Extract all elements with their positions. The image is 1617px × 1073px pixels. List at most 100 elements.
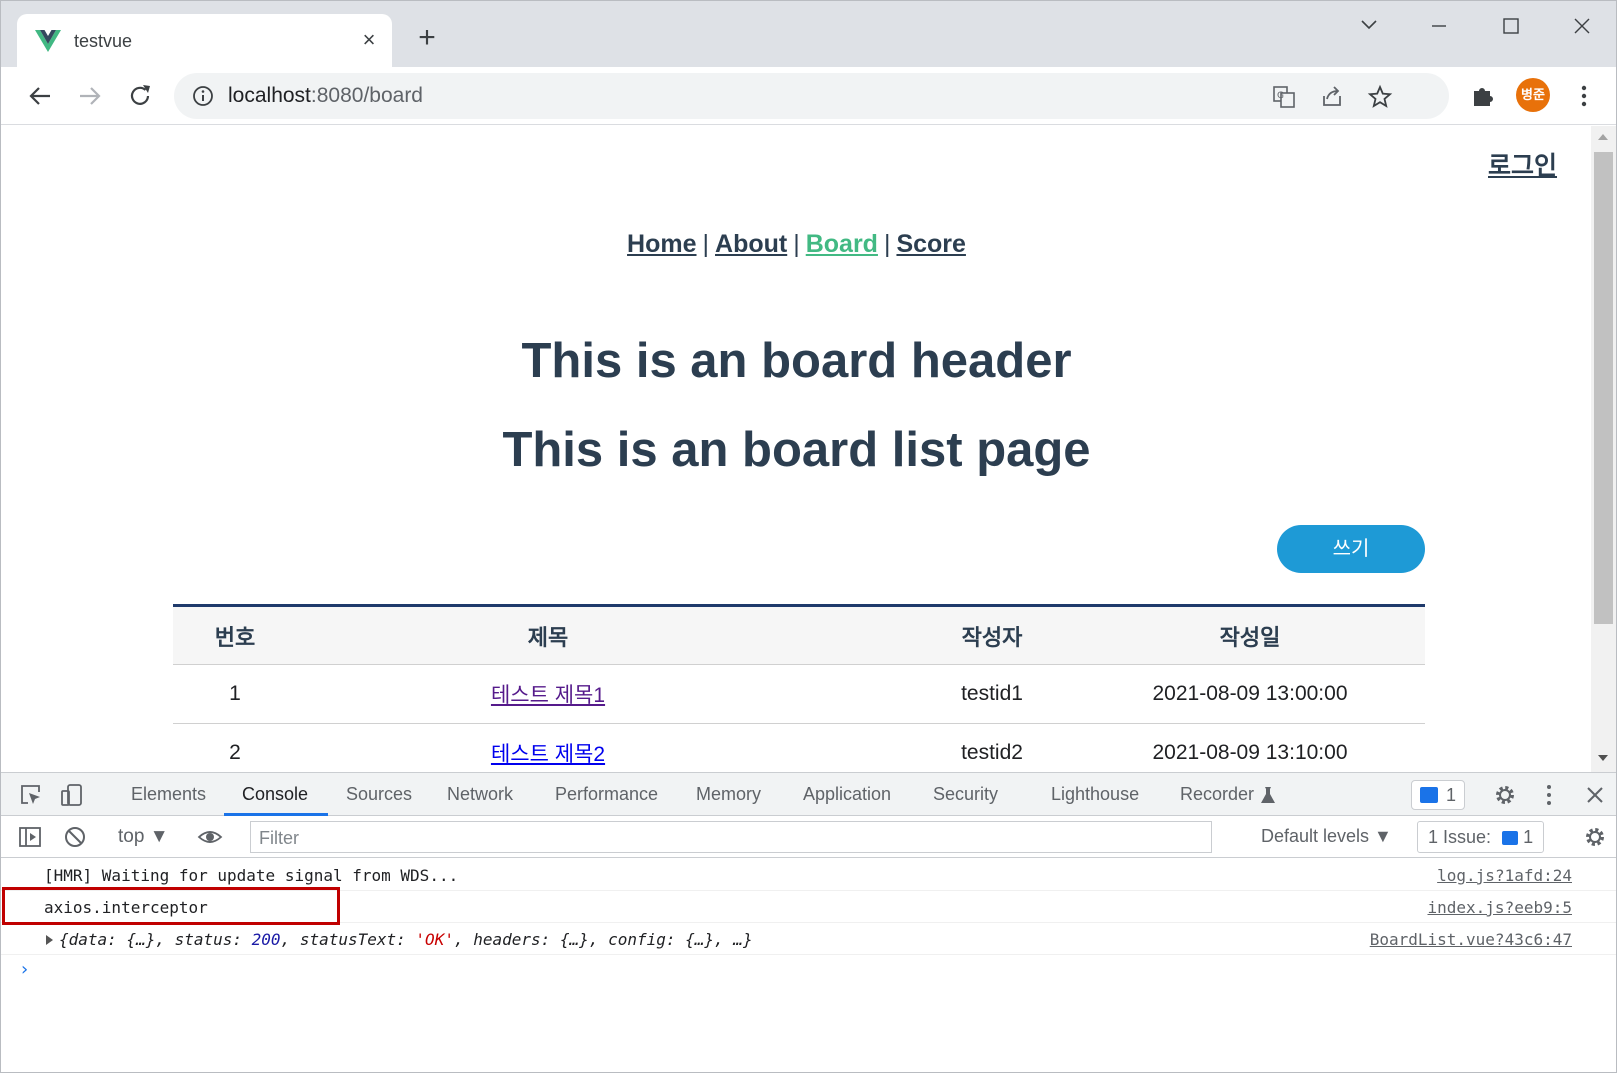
table-row: 1 테스트 제목1 testid1 2021-08-09 13:00:00 (173, 665, 1425, 724)
row-date: 2021-08-09 13:00:00 (1152, 682, 1348, 705)
maximize-icon[interactable] (1493, 11, 1529, 41)
close-window-icon[interactable] (1564, 11, 1600, 41)
nav-board[interactable]: Board (806, 230, 878, 258)
devtools-tab-network[interactable]: Network (447, 784, 513, 805)
main-nav: Home | About | Board | Score (2, 230, 1591, 259)
nav-separator: | (702, 230, 710, 258)
table-row: 2 테스트 제목2 testid2 2021-08-09 13:10:00 (173, 724, 1425, 772)
reload-icon[interactable] (123, 79, 157, 113)
devtools-tab-sources[interactable]: Sources (346, 784, 412, 805)
board-list-title: This is an board list page (502, 423, 1091, 477)
console-source-link[interactable]: index.js?eeb9:5 (1428, 898, 1573, 917)
tab-search-icon[interactable] (1351, 11, 1387, 41)
console-filter-input[interactable]: Filter (250, 821, 1212, 853)
site-info-icon[interactable] (192, 85, 214, 107)
row-author: testid2 (961, 741, 1023, 764)
table-header: 번호 제목 작성자 작성일 (173, 607, 1425, 665)
row-title-cell: 테스트 제목2 (297, 724, 799, 772)
tab-close-icon[interactable]: × (355, 26, 383, 54)
device-toolbar-icon[interactable] (59, 782, 85, 808)
expand-triangle-icon[interactable] (46, 935, 53, 945)
message-icon (1420, 787, 1438, 803)
recorder-flask-icon (1261, 787, 1275, 803)
forward-arrow-icon[interactable] (73, 79, 107, 113)
settings-gear-icon[interactable] (1492, 782, 1518, 808)
devtools-tab-application[interactable]: Application (803, 784, 891, 805)
close-devtools-icon[interactable] (1582, 782, 1608, 808)
show-sidebar-icon[interactable] (17, 824, 43, 850)
share-icon[interactable] (1319, 84, 1345, 110)
row-title-link[interactable]: 테스트 제목1 (491, 679, 605, 709)
translate-icon[interactable]: G (1271, 84, 1297, 110)
minimize-icon[interactable] (1421, 11, 1457, 41)
page-scrollbar[interactable] (1591, 126, 1616, 772)
browser-tab[interactable]: testvue × (17, 14, 392, 67)
issues-count: 1 (1523, 827, 1534, 847)
login-link[interactable]: 로그인 (1488, 146, 1557, 182)
devtools-tab-elements[interactable]: Elements (131, 784, 206, 805)
issues-button[interactable]: 1 Issue: 1 (1417, 821, 1545, 853)
board-table: 번호 제목 작성자 작성일 1 테스트 제목1 testid1 2021-08-… (173, 604, 1425, 772)
scroll-thumb[interactable] (1594, 152, 1613, 624)
devtools-tab-recorder[interactable]: Recorder (1180, 784, 1254, 805)
nav-home[interactable]: Home (627, 230, 696, 258)
new-tab-icon[interactable]: + (411, 23, 443, 55)
row-number: 1 (229, 682, 241, 705)
devtools-tab-performance[interactable]: Performance (555, 784, 658, 805)
header-date: 작성일 (1219, 624, 1281, 650)
row-title-link[interactable]: 테스트 제목2 (491, 738, 605, 768)
console-object[interactable]: {data: {…}, status: 200, statusText: 'OK… (59, 930, 753, 949)
console-source-link[interactable]: BoardList.vue?43c6:47 (1370, 930, 1572, 949)
bookmark-star-icon[interactable] (1367, 84, 1393, 110)
devtools-tab-bar: Elements Console Sources Network Perform… (1, 773, 1616, 816)
console-toolbar: top ▼ Filter Default levels ▼ 1 Issue: 1 (1, 816, 1616, 858)
console-source-link[interactable]: log.js?1afd:24 (1437, 866, 1572, 885)
nav-separator: | (793, 230, 800, 258)
browser-toolbar: localhost:8080/board G 병준 (1, 67, 1616, 125)
console-prompt-line[interactable]: › (1, 955, 1616, 987)
row-author: testid1 (961, 682, 1023, 705)
scroll-down-arrow-icon[interactable] (1598, 755, 1608, 761)
board-header-title: This is an board header (521, 334, 1072, 388)
tab-title: testvue (74, 31, 133, 51)
nav-separator: | (883, 230, 891, 258)
nav-about[interactable]: About (715, 230, 787, 258)
row-date: 2021-08-09 13:10:00 (1152, 741, 1348, 764)
url-text[interactable]: localhost:8080/board (228, 84, 423, 108)
messages-count: 1 (1446, 785, 1457, 805)
console-message[interactable]: {data: {…}, status: 200, statusText: 'OK… (1, 923, 1616, 955)
console-prompt-icon: › (19, 959, 30, 980)
row-title-cell: 테스트 제목1 (297, 665, 799, 723)
extensions-puzzle-icon[interactable] (1470, 83, 1496, 109)
page-viewport: 로그인 Home | About | Board | Score This is an bo… (2, 126, 1591, 772)
address-bar[interactable]: localhost:8080/board G (174, 73, 1449, 119)
browser-menu-icon[interactable] (1571, 83, 1597, 109)
devtools-tab-lighthouse[interactable]: Lighthouse (1051, 784, 1139, 805)
log-levels-dropdown[interactable]: Default levels ▼ (1261, 826, 1392, 847)
profile-avatar[interactable]: 병준 (1516, 78, 1550, 112)
back-arrow-icon[interactable] (23, 79, 57, 113)
inspect-element-icon[interactable] (18, 782, 44, 808)
header-number: 번호 (214, 624, 256, 650)
clear-console-icon[interactable] (62, 824, 88, 850)
messages-badge[interactable]: 1 (1411, 780, 1466, 810)
issue-message-icon (1502, 831, 1519, 846)
browser-window: testvue × + localhost:8080/board G 병준 로그… (0, 0, 1617, 1073)
devtools-tab-console[interactable]: Console (242, 784, 308, 805)
devtools-tab-security[interactable]: Security (933, 784, 998, 805)
scroll-up-arrow-icon[interactable] (1598, 134, 1608, 140)
devtools-menu-icon[interactable] (1536, 782, 1562, 808)
context-selector[interactable]: top ▼ (118, 826, 169, 848)
console-settings-gear-icon[interactable] (1582, 824, 1608, 850)
filter-placeholder: Filter (259, 828, 299, 848)
nav-score[interactable]: Score (896, 230, 965, 258)
live-expression-eye-icon[interactable] (197, 824, 223, 850)
devtools-tab-memory[interactable]: Memory (696, 784, 761, 805)
issues-label: 1 Issue: (1428, 827, 1492, 847)
tab-strip: testvue × + (1, 1, 1616, 67)
header-author: 작성자 (961, 624, 1023, 650)
write-button[interactable]: 쓰기 (1277, 525, 1425, 573)
vue-logo-icon (35, 30, 61, 52)
highlight-annotation-box (2, 887, 340, 925)
svg-text:G: G (1277, 91, 1284, 101)
